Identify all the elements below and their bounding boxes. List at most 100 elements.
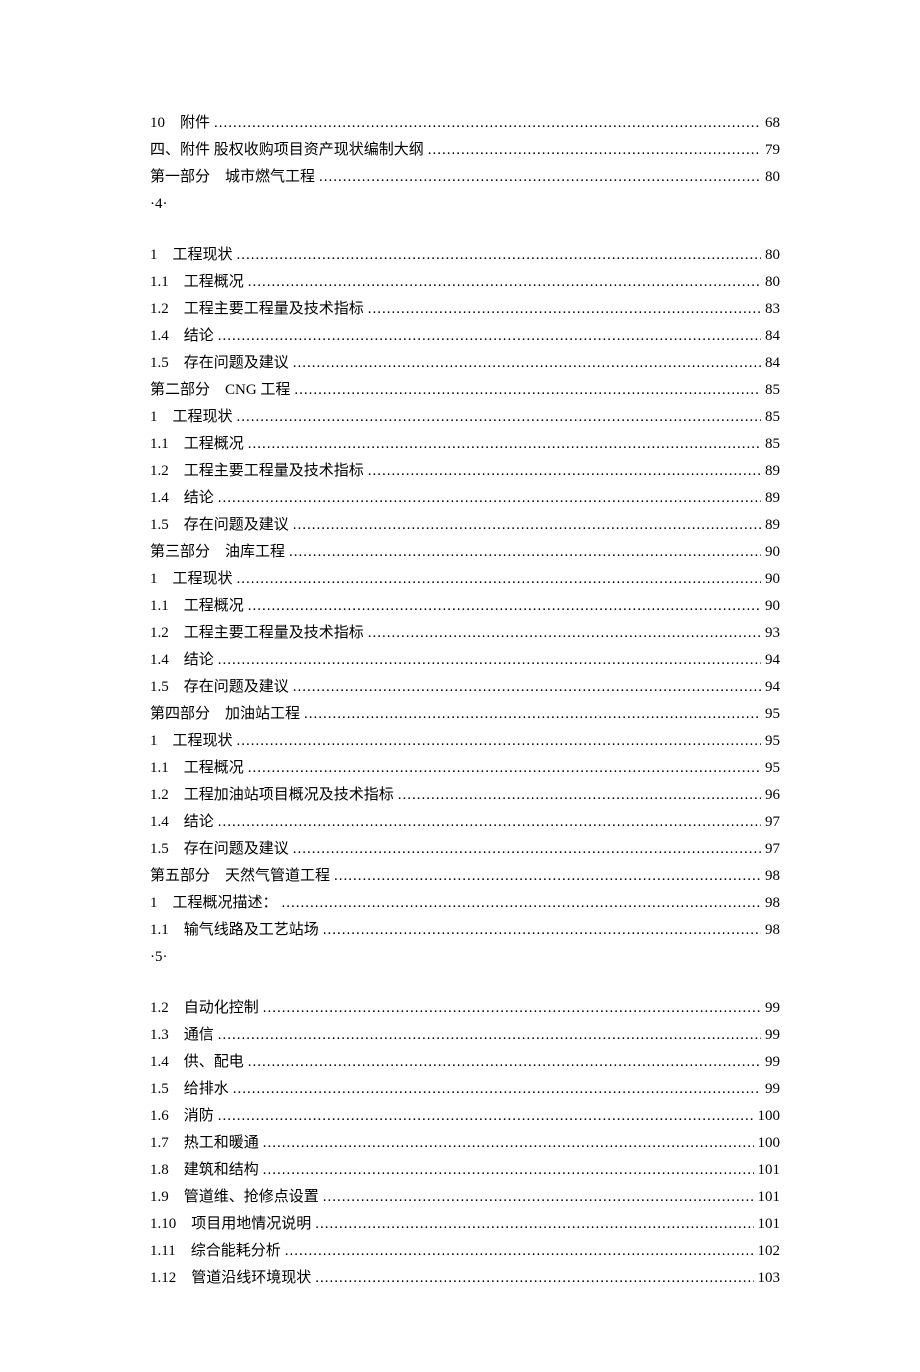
toc-entry: 1.5 存在问题及建议89 bbox=[150, 512, 780, 539]
toc-entry-page: 79 bbox=[765, 137, 780, 164]
toc-entry-label: 1.5 给排水 bbox=[150, 1076, 229, 1103]
page-marker: ·5· bbox=[150, 944, 780, 971]
toc-page: 10 附件68四、附件 股权收购项目资产现状编制大纲79第一部分 城市燃气工程8… bbox=[0, 0, 920, 1372]
toc-entry: 1.1 输气线路及工艺站场 98 bbox=[150, 917, 780, 944]
toc-entry: 1.1 工程概况80 bbox=[150, 269, 780, 296]
toc-leader-dots bbox=[237, 728, 761, 755]
toc-leader-dots bbox=[319, 164, 761, 191]
toc-entry: 1.8 建筑和结构101 bbox=[150, 1157, 780, 1184]
toc-entry: 第三部分 油库工程 90 bbox=[150, 539, 780, 566]
toc-entry-page: 96 bbox=[765, 782, 780, 809]
toc-entry: 1.2 工程加油站项目概况及技术指标 96 bbox=[150, 782, 780, 809]
toc-leader-dots bbox=[285, 1238, 754, 1265]
toc-entry-page: 80 bbox=[765, 242, 780, 269]
toc-entry-label: 1.4 结论 bbox=[150, 485, 214, 512]
toc-entry-label: 第五部分 天然气管道工程 bbox=[150, 863, 330, 890]
toc-entry-page: 103 bbox=[758, 1265, 781, 1292]
toc-entry: 1 工程现状 95 bbox=[150, 728, 780, 755]
toc-entry-label: 1.5 存在问题及建议 bbox=[150, 512, 289, 539]
toc-leader-dots bbox=[248, 593, 761, 620]
toc-leader-dots bbox=[304, 701, 761, 728]
toc-entry-page: 95 bbox=[765, 755, 780, 782]
toc-entry-label: 1.5 存在问题及建议 bbox=[150, 674, 289, 701]
toc-entry-page: 90 bbox=[765, 539, 780, 566]
toc-entry-label: 1.10 项目用地情况说明 bbox=[150, 1211, 311, 1238]
toc-entry-label: 1.2 工程主要工程量及技术指标 bbox=[150, 458, 364, 485]
toc-entry: 第四部分 加油站工程95 bbox=[150, 701, 780, 728]
toc-entry-page: 99 bbox=[765, 1022, 780, 1049]
toc-entry-label: 1.12 管道沿线环境现状 bbox=[150, 1265, 311, 1292]
toc-entry-page: 85 bbox=[765, 404, 780, 431]
toc-entry-page: 101 bbox=[758, 1211, 781, 1238]
toc-entry: 1.2 工程主要工程量及技术指标 89 bbox=[150, 458, 780, 485]
toc-entry-label: 1 工程现状 bbox=[150, 242, 233, 269]
toc-leader-dots bbox=[293, 674, 761, 701]
toc-leader-dots bbox=[248, 269, 761, 296]
toc-entry-label: 1.2 工程主要工程量及技术指标 bbox=[150, 620, 364, 647]
toc-leader-dots bbox=[237, 566, 761, 593]
toc-entry-page: 80 bbox=[765, 164, 780, 191]
toc-entry-page: 98 bbox=[765, 917, 780, 944]
toc-entry-page: 99 bbox=[765, 1076, 780, 1103]
toc-leader-dots bbox=[214, 110, 761, 137]
toc-entry: 1.12 管道沿线环境现状 103 bbox=[150, 1265, 780, 1292]
toc-entry: 1.11 综合能耗分析102 bbox=[150, 1238, 780, 1265]
toc-entry-label: 1.4 结论 bbox=[150, 809, 214, 836]
toc-entry-label: 1.1 工程概况 bbox=[150, 593, 244, 620]
toc-entry: 1.4 结论94 bbox=[150, 647, 780, 674]
toc-list: 10 附件68四、附件 股权收购项目资产现状编制大纲79第一部分 城市燃气工程8… bbox=[150, 110, 780, 1292]
toc-entry: 1.7 热工和暖通100 bbox=[150, 1130, 780, 1157]
toc-leader-dots bbox=[289, 539, 761, 566]
toc-leader-dots bbox=[237, 404, 761, 431]
toc-entry: 1.2 自动化控制99 bbox=[150, 995, 780, 1022]
toc-entry-label: 1 工程现状 bbox=[150, 728, 233, 755]
toc-leader-dots bbox=[248, 1049, 761, 1076]
toc-entry-label: 1.6 消防 bbox=[150, 1103, 214, 1130]
toc-entry: 1.10 项目用地情况说明 101 bbox=[150, 1211, 780, 1238]
toc-entry-page: 89 bbox=[765, 458, 780, 485]
toc-entry: 1.1 工程概况90 bbox=[150, 593, 780, 620]
toc-entry-page: 99 bbox=[765, 1049, 780, 1076]
toc-leader-dots bbox=[334, 863, 761, 890]
toc-entry-page: 90 bbox=[765, 566, 780, 593]
toc-entry-label: 10 附件 bbox=[150, 110, 210, 137]
toc-entry-page: 80 bbox=[765, 269, 780, 296]
toc-entry: 1.2 工程主要工程量及技术指标83 bbox=[150, 296, 780, 323]
toc-entry-label: 1.4 结论 bbox=[150, 323, 214, 350]
toc-entry-page: 101 bbox=[758, 1184, 781, 1211]
toc-entry: 1 工程现状 80 bbox=[150, 242, 780, 269]
toc-entry-page: 98 bbox=[765, 890, 780, 917]
toc-leader-dots bbox=[218, 323, 761, 350]
toc-entry-label: 1.8 建筑和结构 bbox=[150, 1157, 259, 1184]
toc-leader-dots bbox=[323, 1184, 754, 1211]
toc-entry-label: 1.2 工程加油站项目概况及技术指标 bbox=[150, 782, 394, 809]
toc-entry-label: 第三部分 油库工程 bbox=[150, 539, 285, 566]
toc-entry-page: 84 bbox=[765, 323, 780, 350]
toc-entry: 1.4 结论 84 bbox=[150, 323, 780, 350]
toc-entry-label: 四、附件 股权收购项目资产现状编制大纲 bbox=[150, 137, 424, 164]
toc-entry-page: 98 bbox=[765, 863, 780, 890]
toc-leader-dots bbox=[293, 350, 761, 377]
toc-leader-dots bbox=[293, 836, 761, 863]
toc-leader-dots bbox=[218, 1103, 754, 1130]
toc-entry: 1.2 工程主要工程量及技术指标93 bbox=[150, 620, 780, 647]
toc-entry-page: 95 bbox=[765, 728, 780, 755]
toc-entry-label: 1 工程概况描述： bbox=[150, 890, 278, 917]
toc-leader-dots bbox=[233, 1076, 761, 1103]
toc-leader-dots bbox=[323, 917, 761, 944]
toc-leader-dots bbox=[368, 458, 761, 485]
toc-entry-label: 1.7 热工和暖通 bbox=[150, 1130, 259, 1157]
toc-entry-page: 99 bbox=[765, 995, 780, 1022]
toc-entry: 1.4 结论89 bbox=[150, 485, 780, 512]
toc-entry-page: 94 bbox=[765, 647, 780, 674]
toc-entry: 1.1 工程概况85 bbox=[150, 431, 780, 458]
toc-entry-label: 1.11 综合能耗分析 bbox=[150, 1238, 281, 1265]
toc-entry: 1.5 存在问题及建议84 bbox=[150, 350, 780, 377]
toc-entry-label: 1.9 管道维、抢修点设置 bbox=[150, 1184, 319, 1211]
toc-entry-label: 1.5 存在问题及建议 bbox=[150, 350, 289, 377]
toc-leader-dots bbox=[368, 620, 761, 647]
toc-entry-label: 1.1 工程概况 bbox=[150, 755, 244, 782]
toc-entry-label: 1.1 输气线路及工艺站场 bbox=[150, 917, 319, 944]
toc-entry: 1.3 通信99 bbox=[150, 1022, 780, 1049]
toc-leader-dots bbox=[237, 242, 761, 269]
